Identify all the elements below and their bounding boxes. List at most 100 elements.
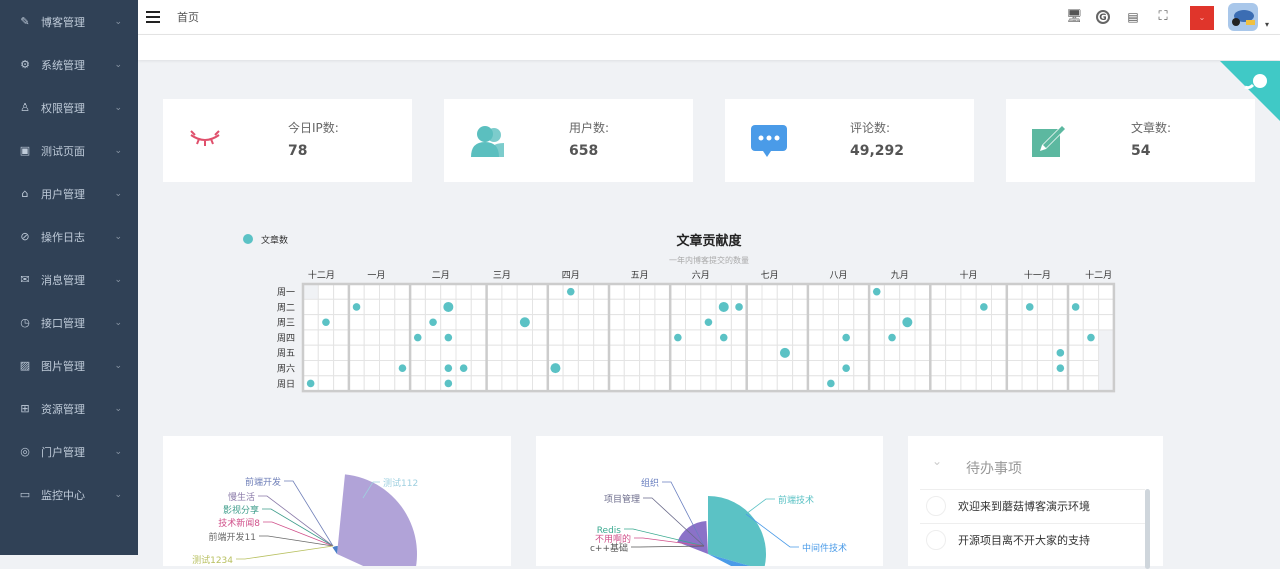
month-label: 六月	[692, 269, 710, 281]
heatmap-cell	[685, 283, 702, 300]
heatmap-cell	[516, 360, 534, 377]
heatmap-cell	[1006, 360, 1023, 377]
heatmap-cell	[547, 283, 564, 300]
mail-icon: ✉	[20, 272, 30, 286]
stat-card[interactable]: 用户数: 658	[444, 99, 693, 182]
heatmap-cell	[975, 329, 993, 346]
heatmap-cell	[486, 283, 503, 300]
heatmap-cell	[868, 360, 885, 377]
theme-color-picker[interactable]: ⌄	[1190, 6, 1214, 30]
heatmap-cell	[608, 298, 625, 316]
stat-card[interactable]: 文章数: 54	[1006, 99, 1255, 182]
heatmap-cell	[1098, 314, 1115, 331]
heatmap-cell	[960, 329, 977, 346]
heatmap-cell	[409, 314, 426, 331]
heatmap-cell	[1036, 329, 1054, 346]
heatmap-cell	[577, 375, 595, 392]
stat-card[interactable]: 评论数: 49,292	[725, 99, 974, 182]
heatmap-cell	[409, 360, 426, 377]
document-icon[interactable]: ▤	[1125, 9, 1141, 25]
heatmap-cell	[1067, 314, 1084, 331]
heatmap-cell	[776, 283, 794, 300]
heatmap-point	[980, 303, 988, 311]
fullscreen-icon[interactable]: ⛶	[1155, 9, 1171, 25]
heatmap-cell	[1052, 314, 1069, 331]
monitor-icon[interactable]: 🖥	[1066, 9, 1083, 25]
heatmap-cell	[853, 329, 870, 346]
heatmap-cell	[470, 283, 488, 300]
legend-marker	[243, 234, 253, 244]
heatmap-point	[902, 317, 913, 328]
heatmap-cell	[853, 375, 870, 392]
heatmap-cell	[440, 314, 457, 331]
chevron-down-icon: ⌄	[114, 102, 122, 113]
month-label: 三月	[493, 270, 511, 281]
sidebar-item[interactable]: ♙ 权限管理 ⌄	[0, 86, 138, 129]
heatmap-cell	[654, 375, 671, 392]
heatmap-point	[842, 333, 850, 342]
heatmap-cell	[379, 329, 396, 346]
scrollbar[interactable]	[1145, 489, 1150, 569]
sidebar-item[interactable]: ▣ 测试页面 ⌄	[0, 129, 138, 172]
chevron-down-icon: ⌄	[114, 16, 122, 27]
heatmap-cell	[960, 344, 977, 361]
heatmap-cell	[868, 314, 885, 331]
breadcrumb[interactable]: 首页	[177, 9, 199, 25]
sidebar-item[interactable]: ▨ 图片管理 ⌄	[0, 344, 138, 387]
caret-down-icon[interactable]: ▾	[1265, 20, 1269, 29]
heatmap-cell	[608, 283, 625, 300]
todo-checkbox[interactable]	[926, 495, 946, 516]
heatmap-cell	[562, 375, 579, 392]
heatmap-cell	[424, 375, 442, 392]
heatmap-cell	[608, 329, 625, 346]
pie-label-line	[263, 521, 334, 547]
heatmap-cell	[822, 283, 840, 300]
heatmap-cell	[532, 283, 549, 300]
sidebar-item[interactable]: ⌂ 用户管理 ⌄	[0, 172, 138, 215]
chevron-down-icon[interactable]: ⌄	[932, 454, 942, 468]
sidebar-item[interactable]: ⚙ 系统管理 ⌄	[0, 43, 138, 86]
heatmap-cell	[639, 298, 656, 316]
heatmap-cell	[975, 344, 993, 361]
month-label: 十月	[960, 269, 978, 281]
avatar[interactable]	[1228, 3, 1258, 31]
sidebar-item[interactable]: ▭ 监控中心 ⌄	[0, 473, 138, 516]
heatmap-cell	[409, 283, 426, 300]
heatmap-cell	[501, 298, 518, 316]
stat-card[interactable]: 今日IP数: 78	[163, 99, 412, 182]
heatmap-point	[550, 363, 561, 374]
heatmap-cell	[776, 360, 794, 377]
heatmap-point	[735, 303, 743, 311]
heatmap-cell	[730, 329, 748, 346]
heatmap-cell	[761, 329, 778, 346]
todo-checkbox[interactable]	[926, 529, 946, 550]
sidebar-item-label: 操作日志	[41, 230, 85, 244]
heatmap-cell	[730, 375, 748, 392]
legend-label: 文章数	[261, 234, 288, 246]
heatmap-cell	[945, 298, 962, 316]
heatmap-cell	[1036, 298, 1054, 316]
sidebar: ✎ 博客管理 ⌄ ⚙ 系统管理 ⌄ ♙ 权限管理 ⌄ ▣ 测试页面 ⌄ ⌂ 用户管理 ⌄ ⊘ 操作日志 ⌄ ✉ 消息管…	[0, 0, 138, 555]
heatmap-cell	[929, 283, 947, 300]
sidebar-item[interactable]: ⊘ 操作日志 ⌄	[0, 215, 138, 258]
heatmap-cell	[792, 360, 809, 377]
heatmap-point	[674, 333, 682, 342]
sidebar-item[interactable]: ⊞ 资源管理 ⌄	[0, 387, 138, 430]
heatmap-cell	[317, 298, 335, 316]
sidebar-item[interactable]: ◎ 门户管理 ⌄	[0, 430, 138, 473]
heatmap-cell	[991, 344, 1008, 361]
sidebar-item[interactable]: ◷ 接口管理 ⌄	[0, 301, 138, 344]
heatmap-cell	[562, 298, 579, 316]
todo-item[interactable]: 开源项目离不开大家的支持	[920, 523, 1145, 555]
todo-item[interactable]: 欢迎来到蘑菇博客演示环境	[920, 489, 1145, 521]
sidebar-item[interactable]: ✎ 博客管理 ⌄	[0, 0, 138, 43]
github-g-icon[interactable]: G	[1096, 10, 1110, 24]
sidebar-item[interactable]: ✉ 消息管理 ⌄	[0, 258, 138, 301]
heatmap-cell	[333, 314, 350, 331]
heatmap-cell	[776, 314, 794, 331]
chevron-down-icon: ⌄	[114, 360, 122, 371]
heatmap-cell	[654, 329, 671, 346]
heatmap-cell	[776, 375, 794, 392]
heatmap-cell	[1082, 283, 1100, 300]
hamburger-menu-icon[interactable]	[146, 11, 160, 23]
